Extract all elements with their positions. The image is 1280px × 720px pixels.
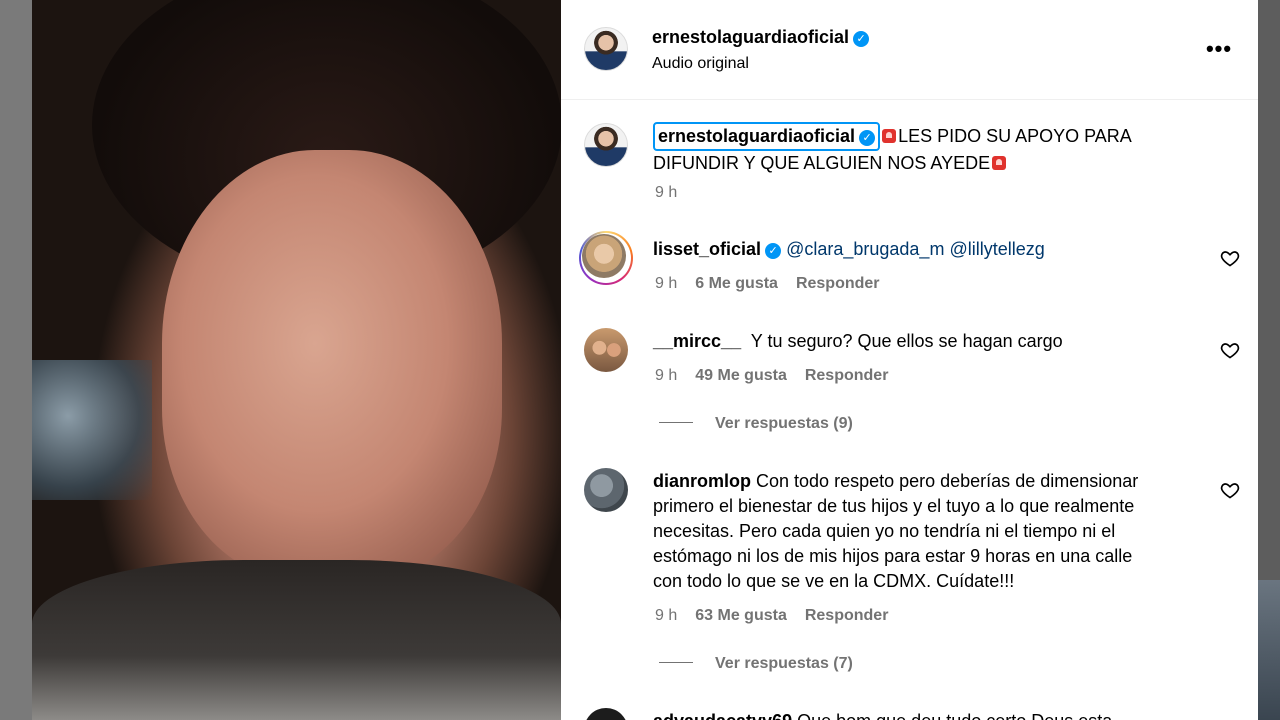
commenter-avatar[interactable] [584, 328, 628, 372]
author-avatar[interactable] [584, 27, 628, 71]
siren-emoji-icon [992, 156, 1007, 170]
caption-text: ernestolaguardiaoficial ✓ LES PIDO SU APOY… [653, 122, 1213, 176]
commenter-avatar[interactable] [584, 708, 628, 720]
backdrop-left [0, 0, 32, 720]
commenter-avatar[interactable] [584, 468, 628, 512]
comment-username[interactable]: lisset_oficial [653, 239, 761, 259]
author-username-row: ernestolaguardiaoficial ✓ [652, 27, 870, 48]
comment-meta: 9 h 49 Me gusta Responder [655, 367, 906, 385]
comment-likes[interactable]: 63 Me gusta [695, 607, 787, 624]
comments-panel: ernestolaguardiaoficial ✓ Audio original … [561, 0, 1258, 720]
more-options-icon[interactable]: ••• [1201, 34, 1237, 64]
siren-emoji-icon [882, 129, 897, 143]
caption-time[interactable]: 9 h [655, 184, 677, 201]
comment-username[interactable]: __mircc__ [653, 331, 741, 351]
comment-body: Y tu seguro? Que ellos se hagan cargo [750, 331, 1063, 351]
comment-body: Que bom que deu tudo certo Deus esta [797, 711, 1112, 720]
car-window [32, 360, 152, 500]
commenter-avatar[interactable] [582, 234, 626, 278]
caption-username-focus[interactable]: ernestolaguardiaoficial ✓ [653, 122, 881, 151]
view-replies-button[interactable]: Ver respuestas (9) [659, 415, 853, 433]
view-replies-label[interactable]: Ver respuestas (9) [715, 415, 853, 432]
comment-meta: 9 h 6 Me gusta Responder [655, 275, 898, 293]
caption-author-avatar[interactable] [584, 123, 628, 167]
video-face-shape [162, 150, 502, 580]
verified-badge-icon: ✓ [853, 31, 870, 47]
verified-badge-icon: ✓ [765, 243, 782, 259]
reel-video[interactable] [32, 0, 561, 720]
comment-username[interactable]: advaudacatvy69 [653, 711, 792, 720]
verified-badge-icon: ✓ [859, 130, 876, 146]
comment-item: advaudacatvy69 Que bom que deu tudo cert… [561, 700, 1258, 720]
comment-text: __mircc__ Y tu seguro? Que ellos se haga… [653, 329, 1213, 354]
view-replies-label[interactable]: Ver respuestas (7) [715, 655, 853, 672]
reply-button[interactable]: Responder [796, 275, 880, 292]
comment-body-line-1: Con todo respeto pero deberías de dimens… [756, 471, 1139, 491]
heart-outline-icon[interactable] [1220, 340, 1240, 360]
replies-divider [659, 662, 693, 663]
heart-outline-icon[interactable] [1220, 248, 1240, 268]
caption-line-1: LES PIDO SU APOYO PARA [898, 126, 1132, 146]
comment-body-line-4: estómago ni los de mis hijos para estar … [653, 546, 1133, 566]
story-ring[interactable] [579, 231, 633, 285]
post-header: ernestolaguardiaoficial ✓ Audio original … [561, 0, 1258, 100]
next-post-peek[interactable] [1258, 580, 1280, 720]
comment-item: lisset_oficial ✓ @clara_brugada_m @lillyt… [561, 228, 1258, 308]
comment-time[interactable]: 9 h [655, 367, 677, 384]
caption-username[interactable]: ernestolaguardiaoficial [658, 126, 855, 146]
comment-item: dianromlop Con todo respeto pero debería… [561, 460, 1258, 685]
comment-item: __mircc__ Y tu seguro? Que ellos se haga… [561, 320, 1258, 450]
replies-divider [659, 422, 693, 423]
comment-likes[interactable]: 49 Me gusta [695, 367, 787, 384]
caption-block: ernestolaguardiaoficial ✓ LES PIDO SU APOY… [561, 100, 1258, 220]
backdrop-right [1258, 0, 1280, 720]
comment-body-line-2: primero el bienestar de tus hijos y el t… [653, 496, 1135, 516]
audio-original-link[interactable]: Audio original [652, 55, 749, 73]
comment-body-line-5: con todo lo que se ve en la CDMX. Cuídat… [653, 571, 1015, 591]
author-username[interactable]: ernestolaguardiaoficial [652, 27, 849, 47]
reply-button[interactable]: Responder [805, 607, 889, 624]
video-shirt-shape [32, 560, 561, 720]
comment-likes[interactable]: 6 Me gusta [695, 275, 778, 292]
comment-text: dianromlop Con todo respeto pero debería… [653, 469, 1213, 594]
caption-line-2: DIFUNDIR Y QUE ALGUIEN NOS AYEDE [653, 153, 991, 173]
view-replies-button[interactable]: Ver respuestas (7) [659, 655, 853, 673]
comment-username[interactable]: dianromlop [653, 471, 751, 491]
comment-mentions[interactable]: @clara_brugada_m @lillytellezg [786, 239, 1045, 259]
comment-time[interactable]: 9 h [655, 607, 677, 624]
caption-meta: 9 h [655, 184, 695, 202]
comment-text: lisset_oficial ✓ @clara_brugada_m @lillyt… [653, 237, 1213, 262]
comment-time[interactable]: 9 h [655, 275, 677, 292]
comment-meta: 9 h 63 Me gusta Responder [655, 607, 906, 625]
comment-body-line-3: necesitas. Pero cada quien yo no tendría… [653, 521, 1116, 541]
comment-text: advaudacatvy69 Que bom que deu tudo cert… [653, 709, 1213, 720]
reply-button[interactable]: Responder [805, 367, 889, 384]
heart-outline-icon[interactable] [1220, 480, 1240, 500]
